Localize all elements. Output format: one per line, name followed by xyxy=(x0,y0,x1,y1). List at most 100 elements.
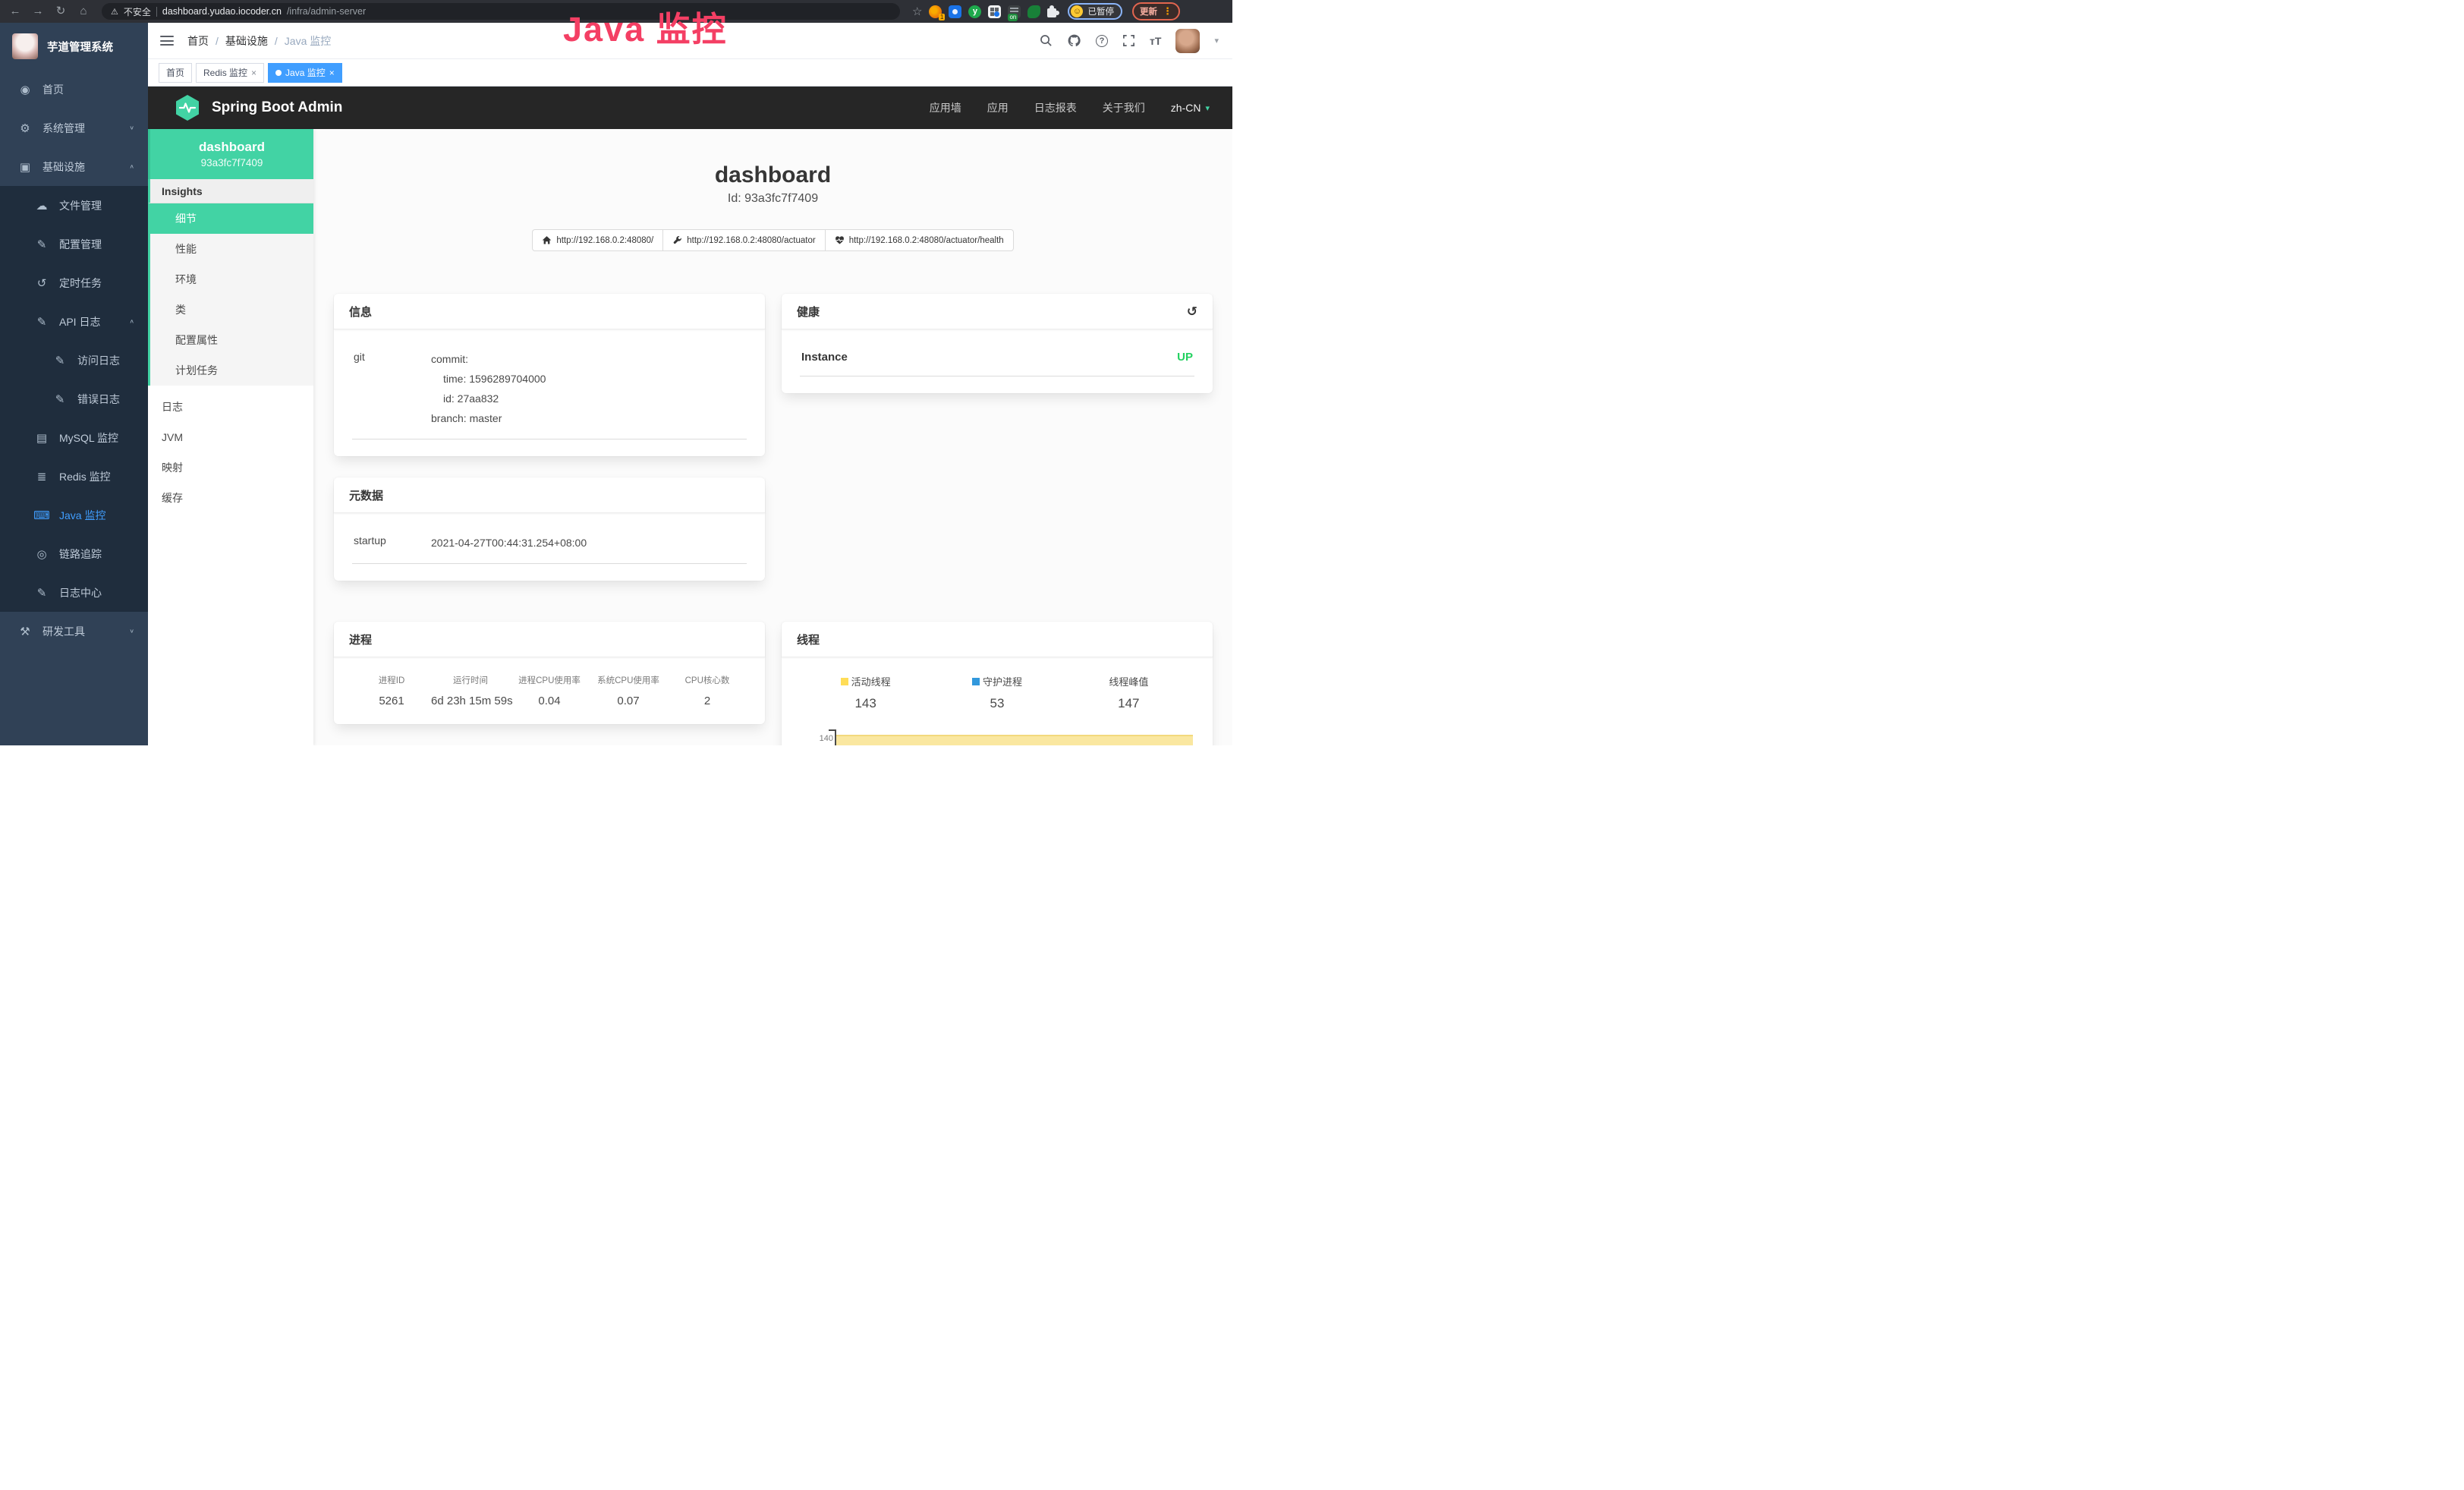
process-stat: CPU核心数 2 xyxy=(668,674,747,707)
sidebar-item-error-log[interactable]: ✎ 错误日志 xyxy=(0,380,148,418)
browser-toolbar: ← → ↻ ⌂ ⚠ 不安全 dashboard.yudao.iocoder.cn… xyxy=(0,0,1232,23)
paused-label: 已暂停 xyxy=(1087,5,1114,17)
sidebar-item-infrastructure[interactable]: ▣ 基础设施 ∧ xyxy=(0,147,148,186)
sba-item-logs[interactable]: 日志 xyxy=(148,392,313,422)
health-url-button[interactable]: http://192.168.0.2:48080/actuator/health xyxy=(825,229,1014,251)
user-avatar[interactable] xyxy=(1175,29,1200,53)
info-card-title: 信息 xyxy=(334,294,765,329)
app-logo-row[interactable]: 芋道管理系统 xyxy=(0,23,148,70)
close-icon[interactable]: × xyxy=(329,68,335,78)
extension-grid-icon[interactable] xyxy=(988,5,1001,18)
instance-links: http://192.168.0.2:48080/ http://192.168… xyxy=(313,229,1232,251)
actuator-url-button[interactable]: http://192.168.0.2:48080/actuator xyxy=(662,229,825,251)
font-size-icon[interactable]: тT xyxy=(1150,35,1161,47)
sidebar-item-trace[interactable]: ◎ 链路追踪 xyxy=(0,534,148,573)
help-icon[interactable]: ? xyxy=(1096,35,1108,47)
threads-chart: 140 120 100 xyxy=(800,726,1194,745)
info-key: git xyxy=(354,349,431,428)
metadata-startup-row: startup 2021-04-27T00:44:31.254+08:00 xyxy=(352,530,747,564)
profile-paused-badge[interactable]: ☺ 已暂停 xyxy=(1068,3,1122,20)
y-axis-cap xyxy=(829,729,835,731)
sba-item-classes[interactable]: 类 xyxy=(150,295,313,325)
extension-on-badge: on xyxy=(1008,14,1018,21)
sba-app-header[interactable]: dashboard 93a3fc7f7409 xyxy=(148,129,313,179)
extension-y-icon[interactable]: y xyxy=(968,5,981,18)
sidebar-item-label: 错误日志 xyxy=(77,392,120,407)
browser-reload-icon[interactable]: ↻ xyxy=(52,0,70,23)
sidebar-item-home[interactable]: ◉ 首页 xyxy=(0,70,148,109)
service-url-button[interactable]: http://192.168.0.2:48080/ xyxy=(532,229,663,251)
sidebar-item-access-log[interactable]: ✎ 访问日志 xyxy=(0,341,148,380)
sidebar-item-file-mgmt[interactable]: ☁ 文件管理 xyxy=(0,186,148,225)
sba-nav-about[interactable]: 关于我们 xyxy=(1103,100,1145,115)
extensions-puzzle-icon[interactable] xyxy=(1047,8,1056,17)
sidebar-item-label: 研发工具 xyxy=(42,624,85,639)
extension-colorzilla-icon[interactable]: 1 xyxy=(929,5,942,18)
sba-nav-wallboard[interactable]: 应用墙 xyxy=(930,100,961,115)
sidebar-item-log-center[interactable]: ✎ 日志中心 xyxy=(0,573,148,612)
avatar-caret-icon[interactable]: ▾ xyxy=(1214,36,1219,46)
security-label[interactable]: 不安全 xyxy=(124,5,151,18)
sba-app-id: 93a3fc7f7409 xyxy=(150,157,313,169)
search-icon[interactable] xyxy=(1040,34,1053,47)
git-id-line: id: 27aa832 xyxy=(431,389,745,408)
close-icon[interactable]: × xyxy=(251,68,256,78)
hamburger-icon[interactable] xyxy=(160,36,174,46)
tab-java-monitor[interactable]: Java 监控 × xyxy=(268,63,342,83)
breadcrumb-current: Java 监控 xyxy=(285,33,331,49)
sidebar-item-java-monitor[interactable]: ⌨ Java 监控 xyxy=(0,496,148,534)
cards-area: 信息 git commit: time: 1596289704000 id: 2 xyxy=(313,294,1232,745)
sba-header: Spring Boot Admin 应用墙 应用 日志报表 关于我们 zh-CN… xyxy=(148,87,1232,129)
sba-item-details[interactable]: 细节 xyxy=(148,203,313,234)
extension-switch-icon[interactable]: on xyxy=(1008,5,1021,18)
browser-forward-icon[interactable]: → xyxy=(29,0,47,23)
history-icon[interactable]: ↺ xyxy=(1187,304,1197,320)
chevron-up-icon: ∧ xyxy=(129,318,134,325)
sidebar-item-dev-tools[interactable]: ⚒ 研发工具 ∨ xyxy=(0,612,148,650)
sba-item-config-props[interactable]: 配置属性 xyxy=(150,325,313,355)
browser-menu-icon[interactable]: ⋮ xyxy=(1163,5,1172,17)
health-instance-row[interactable]: Instance UP xyxy=(800,346,1194,376)
sba-item-metrics[interactable]: 性能 xyxy=(150,234,313,264)
sba-nav-applications[interactable]: 应用 xyxy=(987,100,1009,115)
github-icon[interactable] xyxy=(1067,33,1081,48)
sidebar-item-api-log[interactable]: ✎ API 日志 ∧ xyxy=(0,302,148,341)
sba-brand[interactable]: Spring Boot Admin xyxy=(174,93,342,122)
extensions-zone: ☆ 1 y on ☺ 已暂停 更新 ⋮ xyxy=(912,2,1180,20)
sba-item-mappings[interactable]: 映射 xyxy=(148,452,313,483)
card-title-label: 线程 xyxy=(797,632,820,647)
url-path: /infra/admin-server xyxy=(287,6,366,17)
bookmark-star-icon[interactable]: ☆ xyxy=(912,5,922,18)
sba-item-environment[interactable]: 环境 xyxy=(150,264,313,295)
extension-leaf-icon[interactable] xyxy=(1027,5,1040,18)
tab-redis-monitor[interactable]: Redis 监控 × xyxy=(196,63,264,83)
sidebar-item-mysql-monitor[interactable]: ▤ MySQL 监控 xyxy=(0,418,148,457)
sidebar-item-scheduled-jobs[interactable]: ↺ 定时任务 xyxy=(0,263,148,302)
sba-item-caches[interactable]: 缓存 xyxy=(148,483,313,513)
sidebar-item-system-mgmt[interactable]: ⚙ 系统管理 ∨ xyxy=(0,109,148,147)
sidebar-item-config-mgmt[interactable]: ✎ 配置管理 xyxy=(0,225,148,263)
sba-item-jvm[interactable]: JVM xyxy=(148,422,313,452)
breadcrumb-infrastructure[interactable]: 基础设施 xyxy=(225,33,268,49)
browser-update-button[interactable]: 更新 ⋮ xyxy=(1132,2,1180,20)
gear-icon: ⚙ xyxy=(17,121,33,135)
address-bar[interactable]: ⚠ 不安全 dashboard.yudao.iocoder.cn/infra/a… xyxy=(102,3,900,20)
document-edit-icon: ✎ xyxy=(33,586,50,600)
sba-language-select[interactable]: zh-CN ▾ xyxy=(1171,102,1210,114)
browser-back-icon[interactable]: ← xyxy=(6,0,24,23)
sba-item-scheduled-tasks[interactable]: 计划任务 xyxy=(150,355,313,386)
breadcrumb-home[interactable]: 首页 xyxy=(187,33,209,49)
sba-nav-journal[interactable]: 日志报表 xyxy=(1034,100,1077,115)
sba-section-insights: Insights xyxy=(148,179,313,203)
process-stat: 进程ID 5261 xyxy=(352,674,431,707)
sidebar-item-redis-monitor[interactable]: ≣ Redis 监控 xyxy=(0,457,148,496)
fullscreen-icon[interactable] xyxy=(1122,34,1135,47)
timer-icon: ↺ xyxy=(33,276,50,290)
browser-home-icon[interactable]: ⌂ xyxy=(74,0,93,23)
cloud-upload-icon: ☁ xyxy=(33,199,50,213)
tab-home[interactable]: 首页 xyxy=(159,63,192,83)
tab-label: 首页 xyxy=(166,66,184,79)
heartbeat-icon xyxy=(835,235,845,245)
extension-pin-icon[interactable] xyxy=(949,5,961,18)
language-label: zh-CN xyxy=(1171,102,1201,114)
